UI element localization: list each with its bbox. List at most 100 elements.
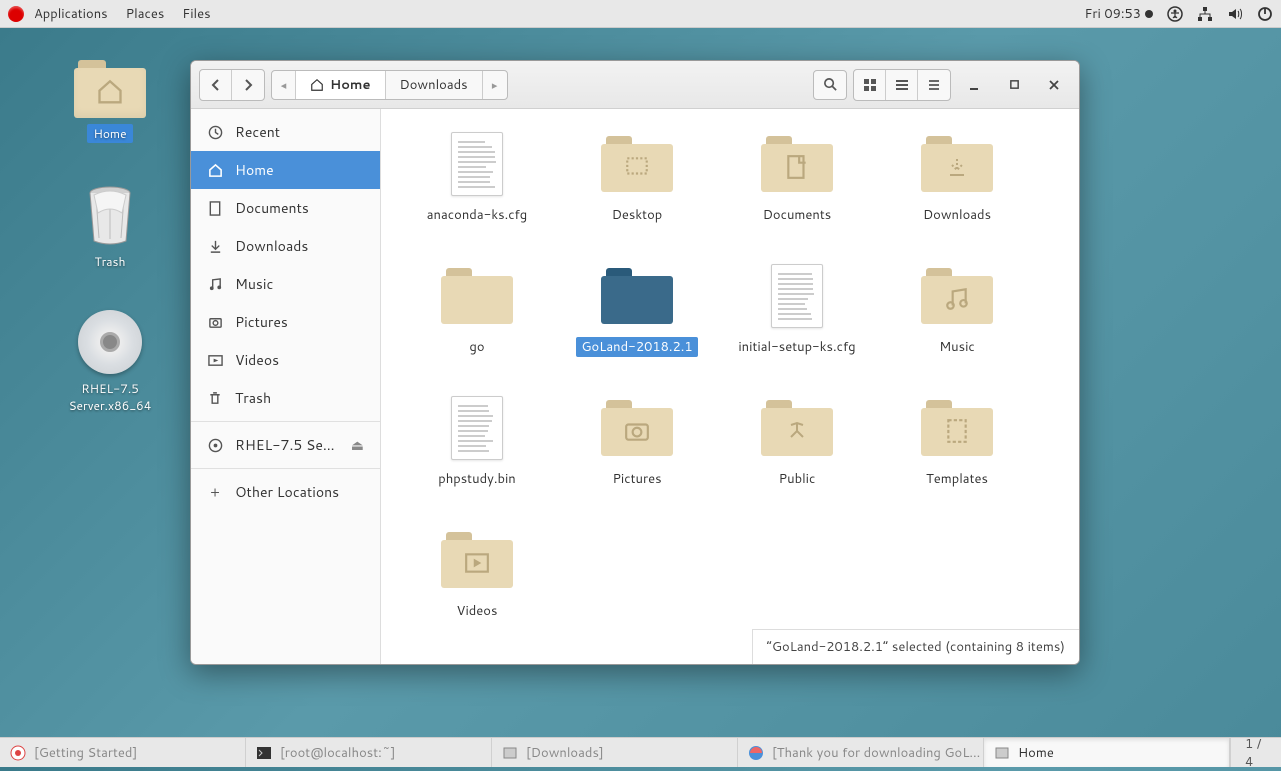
- file-label: Documents: [758, 205, 837, 225]
- path-bar: ◂ Home Downloads ▸: [271, 70, 508, 100]
- path-prev[interactable]: ◂: [272, 71, 296, 99]
- folder-icon: [917, 393, 997, 463]
- document-icon: [437, 129, 517, 199]
- accessibility-icon[interactable]: [1167, 6, 1183, 22]
- sidebar-downloads[interactable]: Downloads: [191, 227, 380, 265]
- view-buttons: [853, 69, 951, 101]
- sidebar-trash[interactable]: Trash: [191, 379, 380, 417]
- volume-icon[interactable]: [1227, 6, 1243, 22]
- sidebar-other[interactable]: +Other Locations: [191, 473, 380, 511]
- view-grid-button[interactable]: [854, 70, 886, 100]
- path-home[interactable]: Home: [296, 71, 386, 99]
- downloads-icon: [207, 239, 223, 254]
- menu-places[interactable]: Places: [126, 5, 165, 23]
- file-item[interactable]: initial-setup-ks.cfg: [717, 257, 877, 389]
- folder-icon: [757, 129, 837, 199]
- file-label: Downloads: [918, 205, 996, 225]
- clock-icon: [207, 125, 223, 140]
- titlebar[interactable]: ◂ Home Downloads ▸: [191, 61, 1079, 109]
- status-bar: “GoLand-2018.2.1” selected (containing 8…: [752, 629, 1079, 664]
- forward-button[interactable]: [232, 70, 264, 100]
- sidebar-pictures[interactable]: Pictures: [191, 303, 380, 341]
- back-button[interactable]: [200, 70, 232, 100]
- file-item[interactable]: anaconda-ks.cfg: [397, 125, 557, 257]
- file-item[interactable]: Templates: [877, 389, 1037, 521]
- folder-icon: [917, 261, 997, 331]
- sidebar-videos[interactable]: Videos: [191, 341, 380, 379]
- sidebar-recent[interactable]: Recent: [191, 113, 380, 151]
- file-item[interactable]: go: [397, 257, 557, 389]
- menu-applications[interactable]: Applications: [34, 5, 108, 23]
- file-item[interactable]: Public: [717, 389, 877, 521]
- close-button[interactable]: [1037, 70, 1071, 100]
- top-panel: Applications Places Files Fri 09:53: [0, 0, 1281, 28]
- videos-icon: [207, 353, 223, 368]
- sidebar: Recent Home Documents Downloads Music Pi…: [191, 109, 381, 664]
- file-item[interactable]: Documents: [717, 125, 877, 257]
- file-view[interactable]: anaconda-ks.cfg Desktop Documents Downloads…: [381, 109, 1079, 664]
- task-home[interactable]: Home: [984, 738, 1230, 767]
- folder-icon: [757, 393, 837, 463]
- document-icon: [757, 261, 837, 331]
- sidebar-documents[interactable]: Documents: [191, 189, 380, 227]
- file-label: Templates: [921, 469, 993, 489]
- maximize-button[interactable]: [997, 70, 1031, 100]
- file-label: Pictures: [607, 469, 666, 489]
- terminal-icon: [256, 745, 272, 761]
- trash-icon: [207, 391, 223, 406]
- nav-buttons: [199, 69, 265, 101]
- task-firefox[interactable]: [Thank you for downloading GoL...: [738, 738, 984, 767]
- sidebar-device[interactable]: RHEL-7.5 Se...⏏: [191, 426, 380, 464]
- file-label: initial-setup-ks.cfg: [733, 337, 860, 357]
- file-item[interactable]: Videos: [397, 521, 557, 653]
- home-icon: [96, 78, 124, 106]
- minimize-button[interactable]: [957, 70, 991, 100]
- app-icon: [10, 745, 26, 761]
- eject-icon[interactable]: ⏏: [351, 435, 364, 455]
- file-item[interactable]: phpstudy.bin: [397, 389, 557, 521]
- task-getting-started[interactable]: [Getting Started]: [0, 738, 246, 767]
- file-item[interactable]: Downloads: [877, 125, 1037, 257]
- folder-icon: [437, 525, 517, 595]
- music-icon: [207, 277, 223, 292]
- file-label: Desktop: [607, 205, 668, 225]
- folder-icon: [597, 129, 677, 199]
- file-item[interactable]: GoLand-2018.2.1: [557, 257, 717, 389]
- search-button[interactable]: [813, 70, 847, 100]
- taskbar: [Getting Started] [root@localhost:~] [Do…: [0, 737, 1281, 767]
- folder-icon: [597, 261, 677, 331]
- power-icon[interactable]: [1257, 6, 1273, 22]
- sidebar-home[interactable]: Home: [191, 151, 380, 189]
- clock[interactable]: Fri 09:53: [1084, 5, 1153, 23]
- file-label: Public: [774, 469, 821, 489]
- desktop-icons: Home Trash RHEL-7.5 Server.x86_64: [50, 60, 170, 414]
- documents-icon: [207, 201, 223, 216]
- firefox-icon: [748, 745, 764, 761]
- trash-icon: [82, 183, 138, 247]
- desktop-home-label: Home: [87, 124, 132, 143]
- pictures-icon: [207, 315, 223, 330]
- disc-icon: [78, 310, 142, 374]
- files-icon: [994, 745, 1010, 761]
- file-item[interactable]: Desktop: [557, 125, 717, 257]
- desktop-trash[interactable]: Trash: [50, 183, 170, 270]
- home-icon: [207, 163, 223, 178]
- network-icon[interactable]: [1197, 6, 1213, 22]
- file-item[interactable]: Music: [877, 257, 1037, 389]
- folder-icon: [437, 261, 517, 331]
- file-item[interactable]: Pictures: [557, 389, 717, 521]
- path-downloads[interactable]: Downloads: [386, 71, 483, 99]
- task-terminal[interactable]: [root@localhost:~]: [246, 738, 492, 767]
- desktop-disc[interactable]: RHEL-7.5 Server.x86_64: [50, 310, 170, 414]
- desktop-home[interactable]: Home: [50, 60, 170, 143]
- desktop-disc-label: RHEL-7.5 Server.x86_64: [50, 380, 170, 414]
- task-downloads[interactable]: [Downloads]: [492, 738, 738, 767]
- view-menu-button[interactable]: [918, 70, 950, 100]
- path-next[interactable]: ▸: [483, 71, 507, 99]
- menu-files[interactable]: Files: [182, 5, 210, 23]
- workspace-indicator[interactable]: 1 / 4: [1230, 738, 1281, 767]
- view-list-button[interactable]: [886, 70, 918, 100]
- plus-icon: +: [207, 482, 223, 502]
- disc-icon: [207, 438, 223, 453]
- sidebar-music[interactable]: Music: [191, 265, 380, 303]
